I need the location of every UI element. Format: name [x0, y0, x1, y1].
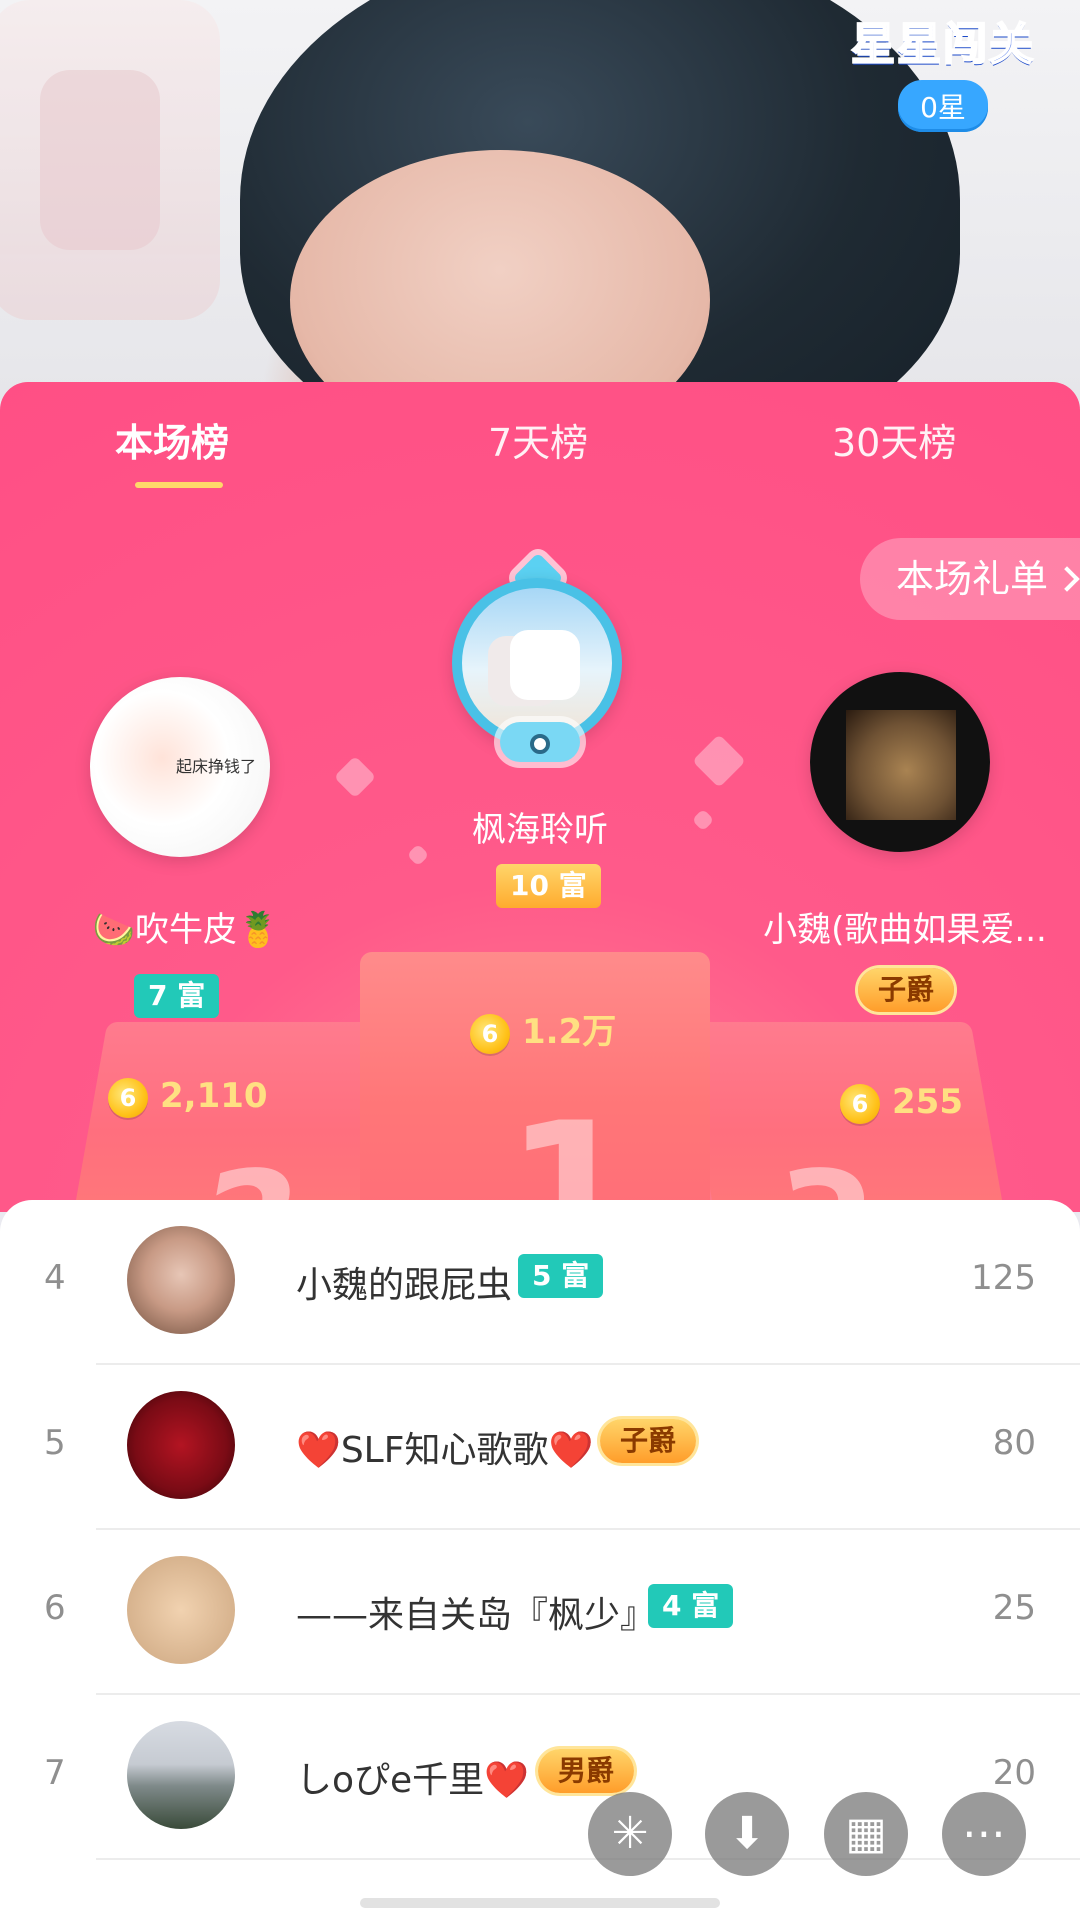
download-icon[interactable]: ⬇	[705, 1792, 789, 1876]
tab-7-days[interactable]: 7天榜	[488, 412, 588, 467]
list-item-value: 20	[992, 1753, 1036, 1793]
wealth-level-badge: 5 富	[518, 1254, 604, 1298]
list-item[interactable]: 4 小魏的跟屁虫 5 富 125	[0, 1200, 1080, 1365]
first-place-name[interactable]: 枫海聆听	[0, 802, 1080, 851]
tab-30-days[interactable]: 30天榜	[832, 412, 956, 467]
second-place-wealth-level: 7 富	[134, 974, 220, 1018]
list-item[interactable]: 6 ——来自关岛『枫少』 4 富 25	[0, 1530, 1080, 1695]
shake-icon[interactable]: ✳	[588, 1792, 672, 1876]
list-item-name[interactable]: ❤️SLF知心歌歌❤️	[296, 1421, 593, 1473]
first-place-wealth-level: 10 富	[496, 864, 601, 908]
gift-list-label: 本场礼单	[896, 557, 1049, 601]
gift-list-button[interactable]: 本场礼单	[860, 538, 1080, 620]
list-item-value: 125	[971, 1258, 1036, 1298]
stars-challenge-badge[interactable]: 星星闯关 0星	[848, 8, 1038, 132]
avatar[interactable]	[127, 1721, 235, 1829]
ranking-tabs: 本场榜 7天榜 30天榜	[0, 382, 1080, 492]
home-indicator	[360, 1898, 720, 1908]
coin-icon: 6	[108, 1077, 148, 1118]
sparkle-decoration	[333, 755, 377, 799]
list-item[interactable]: 7 しoぴe千里❤️ 男爵 20	[0, 1695, 1080, 1860]
list-item-rank: 6	[44, 1588, 66, 1628]
list-item[interactable]: 5 ❤️SLF知心歌歌❤️ 子爵 80	[0, 1365, 1080, 1530]
wealth-level-badge: 4 富	[648, 1584, 734, 1628]
active-tab-indicator	[135, 482, 223, 488]
list-item-value: 25	[992, 1588, 1036, 1628]
first-place-coins: 6 1.2万	[470, 1004, 616, 1054]
avatar[interactable]	[127, 1391, 235, 1499]
sparkle-decoration	[692, 734, 746, 788]
list-item-name[interactable]: 小魏的跟屁虫	[296, 1256, 512, 1308]
list-item-value: 80	[992, 1423, 1036, 1463]
ranking-list: 4 小魏的跟屁虫 5 富 125 5 ❤️SLF知心歌歌❤️ 子爵 80 6 —…	[0, 1200, 1080, 1920]
avatar[interactable]	[127, 1556, 235, 1664]
stars-count-pill: 0星	[898, 80, 988, 132]
second-place-coin-value: 2,110	[160, 1076, 268, 1116]
ranking-panel: 本场榜 7天榜 30天榜 本场礼单 1 2 3 枫海聆听 🍉吹牛皮🍍 小魏(歌曲…	[0, 382, 1080, 1212]
grid-icon[interactable]: ▦	[824, 1792, 908, 1876]
third-place-name[interactable]: 小魏(歌曲如果爱...	[755, 902, 1055, 951]
divider	[96, 1858, 1080, 1860]
noble-rank-badge: 男爵	[538, 1749, 635, 1793]
list-item-name[interactable]: ——来自关岛『枫少』	[296, 1586, 656, 1638]
more-icon[interactable]: ⋯	[942, 1792, 1026, 1876]
coin-icon: 6	[470, 1013, 510, 1054]
tab-this-show[interactable]: 本场榜	[115, 412, 229, 467]
list-item-rank: 4	[44, 1258, 66, 1298]
third-place-coin-value: 255	[892, 1082, 963, 1122]
third-place-noble-badge: 子爵	[858, 968, 955, 1012]
first-place-coin-value: 1.2万	[522, 1012, 617, 1052]
stars-challenge-title: 星星闯关	[850, 18, 1035, 71]
chevron-right-icon	[1054, 566, 1080, 592]
list-item-rank: 5	[44, 1423, 66, 1463]
list-item-name[interactable]: しoぴe千里❤️	[296, 1751, 529, 1803]
third-place-coins: 6 255	[840, 1082, 963, 1124]
avatar-frame-dot-icon	[530, 734, 550, 754]
podium-rank-first: 1	[505, 1082, 638, 1212]
decor-ghost-figure	[0, 0, 220, 320]
second-place-name[interactable]: 🍉吹牛皮🍍	[76, 902, 296, 951]
list-item-rank: 7	[44, 1753, 66, 1793]
second-place-coins: 6 2,110	[108, 1076, 268, 1118]
noble-rank-badge: 子爵	[600, 1419, 697, 1463]
coin-icon: 6	[840, 1083, 880, 1124]
avatar[interactable]	[127, 1226, 235, 1334]
